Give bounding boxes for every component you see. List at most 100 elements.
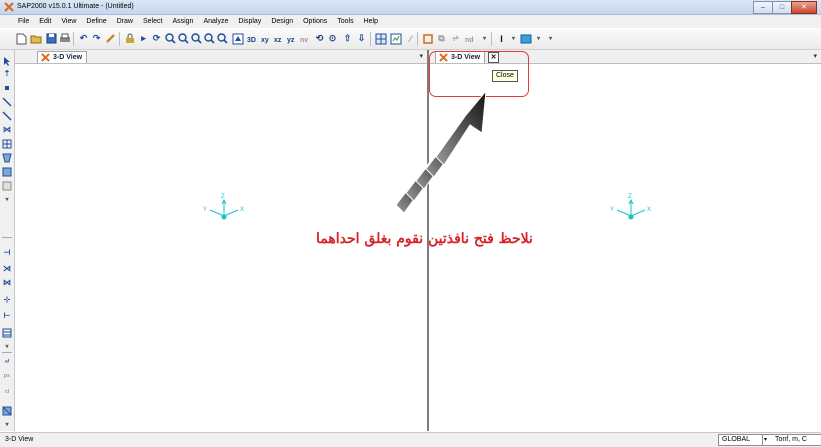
snap-ends-icon[interactable]: ⋊ — [2, 264, 12, 274]
zoom-in-icon[interactable] — [164, 32, 177, 45]
intersect-select-icon[interactable] — [2, 406, 12, 416]
new-file-icon[interactable] — [15, 32, 28, 45]
perspective-icon[interactable]: ⊙ — [326, 32, 339, 45]
snap-more-icon[interactable]: ▾ — [2, 342, 12, 352]
view-xy-button[interactable]: xy — [261, 34, 269, 47]
menu-assign[interactable]: Assign — [167, 18, 198, 25]
menu-design[interactable]: Design — [266, 18, 298, 25]
menu-select[interactable]: Select — [138, 18, 167, 25]
status-bar: 3-D View GLOBAL ▾ Tonf, m, C — [0, 432, 821, 447]
left-tab-bar: 3-D View ▾ — [15, 50, 427, 64]
annotation-arrow-icon — [395, 89, 487, 214]
menu-tools[interactable]: Tools — [332, 18, 358, 25]
main-toolbar: ↶ ↷ ▸ ⟳ 3D xy xz yz nv ⟲ ⊙ ⇧ ⇩ ⁄ ⧉ ⩫ nd … — [0, 29, 821, 50]
units-select[interactable]: ▾ Tonf, m, C — [762, 434, 821, 446]
minimize-button[interactable]: – — [753, 1, 773, 14]
undo-icon[interactable]: ↶ — [77, 32, 90, 45]
select-previous-icon[interactable]: ᵖˢ — [2, 372, 12, 382]
display-icon[interactable] — [519, 32, 532, 45]
title-bar: SAP2000 v15.0.1 Ultimate - (Untitled) – … — [0, 0, 821, 15]
tab-3d-view-left[interactable]: 3-D View — [37, 51, 88, 63]
select-all-icon[interactable]: ₐₗ — [2, 356, 12, 366]
refresh-icon[interactable]: ⟳ — [150, 32, 163, 45]
tab-list-dropdown[interactable]: ▾ — [419, 52, 423, 60]
3d-text-icon[interactable]: 3D — [247, 34, 256, 47]
quick-area-icon[interactable] — [2, 181, 12, 191]
nd-button[interactable]: nd — [465, 34, 474, 47]
pan-icon[interactable] — [216, 32, 229, 45]
tab-list-dropdown-right[interactable]: ▾ — [813, 52, 817, 60]
save-icon[interactable] — [45, 32, 58, 45]
deformed-shape-icon[interactable]: ⁄ — [404, 32, 417, 45]
view-nv-button[interactable]: nv — [300, 34, 308, 47]
x-axis-label: X — [240, 207, 244, 213]
select-more-icon[interactable]: ▾ — [2, 420, 12, 430]
y-axis-label: Y — [203, 207, 207, 213]
3d-view-icon[interactable] — [231, 32, 244, 45]
run-icon[interactable]: ▸ — [137, 32, 150, 45]
window-controls: – □ ✕ — [753, 1, 817, 14]
joint-icon[interactable] — [2, 83, 12, 93]
menu-bar: File Edit View Define Draw Select Assign… — [0, 15, 821, 28]
print-icon[interactable] — [58, 32, 71, 45]
menu-display[interactable]: Display — [233, 18, 266, 25]
up-arrow-icon[interactable]: ⇧ — [341, 32, 354, 45]
menu-options[interactable]: Options — [298, 18, 332, 25]
link-icon[interactable]: ⩫ — [449, 32, 462, 45]
view-xz-button[interactable]: xz — [274, 34, 281, 47]
zoom-out-icon[interactable] — [177, 32, 190, 45]
open-icon[interactable] — [29, 32, 42, 45]
pointer-icon[interactable] — [2, 56, 12, 66]
frame-section-icon[interactable] — [421, 32, 434, 45]
brace-icon[interactable]: ⋈ — [2, 125, 12, 135]
view-yz-button[interactable]: yz — [287, 34, 294, 47]
toolbar-overflow-icon[interactable]: ▾ — [544, 32, 557, 45]
menu-help[interactable]: Help — [359, 18, 383, 25]
units-dropdown-icon[interactable]: ▾ — [764, 435, 767, 445]
coord-system-select[interactable]: GLOBAL — [718, 434, 766, 446]
down-arrow-icon[interactable]: ⇩ — [355, 32, 368, 45]
menu-analyze[interactable]: Analyze — [198, 18, 233, 25]
z-axis-label: Z — [221, 194, 225, 200]
lock-icon[interactable] — [123, 32, 136, 45]
snap-intersect-icon[interactable]: ⋈ — [2, 278, 12, 288]
grid-frame-icon[interactable] — [2, 139, 12, 149]
y-axis-label: Y — [610, 207, 614, 213]
frame-icon[interactable] — [2, 97, 12, 107]
z-axis-label: Z — [628, 194, 632, 200]
app-logo-icon — [4, 2, 14, 12]
maximize-button[interactable]: □ — [772, 1, 792, 14]
menu-edit[interactable]: Edit — [34, 18, 56, 25]
rotate-view-icon[interactable]: ⟲ — [313, 32, 326, 45]
clear-selection-icon[interactable]: ᶜˡ — [2, 388, 12, 398]
menu-define[interactable]: Define — [81, 18, 111, 25]
status-view-label: 3-D View — [5, 436, 34, 443]
menu-draw[interactable]: Draw — [112, 18, 138, 25]
pencil-icon[interactable] — [104, 32, 117, 45]
chart-icon[interactable] — [389, 32, 402, 45]
snap-fine-grid-icon[interactable] — [2, 328, 12, 338]
zoom-restore-icon[interactable] — [203, 32, 216, 45]
snap-lines-icon[interactable]: ⊢ — [2, 311, 12, 321]
arabic-annotation: نلاحظ فتح نافذتين نقوم بغلق احداهما — [316, 231, 533, 247]
right-axis-triad: Z X Y — [610, 194, 651, 220]
toolbar-more-icon[interactable]: ▾ — [2, 195, 12, 205]
grid-icon[interactable] — [374, 32, 387, 45]
menu-view[interactable]: View — [56, 18, 81, 25]
close-window-button[interactable]: ✕ — [791, 1, 817, 14]
snap-perp-icon[interactable]: ⊹ — [2, 295, 12, 305]
rect-area-icon[interactable] — [2, 167, 12, 177]
snap-joints-icon[interactable]: ⊣ — [2, 248, 12, 258]
menu-file[interactable]: File — [0, 18, 34, 25]
shell-icon[interactable]: ⧉ — [435, 32, 448, 45]
reshape-icon[interactable]: ⇡ — [2, 69, 12, 79]
left-axis-triad: Z X Y — [203, 194, 244, 220]
tab-label: 3-D View — [53, 54, 83, 61]
redo-icon[interactable]: ↷ — [90, 32, 103, 45]
sap-logo-icon — [41, 53, 50, 62]
area-icon[interactable] — [2, 153, 12, 163]
nd-dropdown-icon[interactable]: ▾ — [478, 32, 491, 45]
coord-system-value: GLOBAL — [722, 436, 751, 443]
frame-click-icon[interactable] — [2, 111, 12, 121]
zoom-window-icon[interactable] — [190, 32, 203, 45]
